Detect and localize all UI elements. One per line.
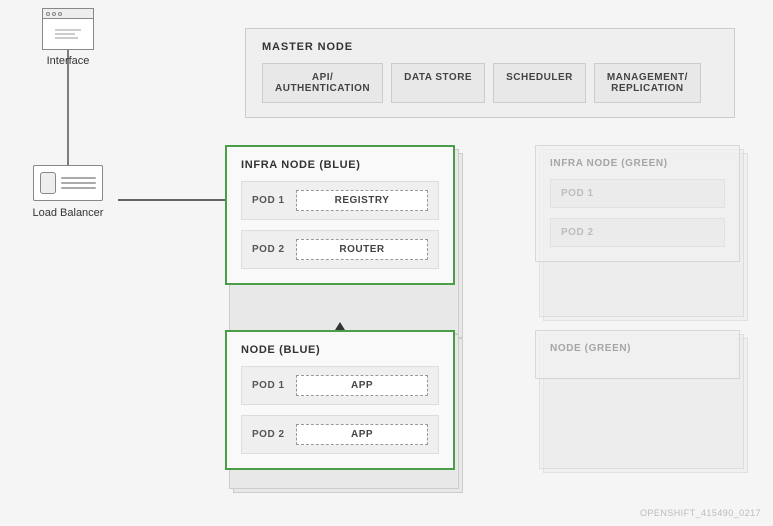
dot-1 [46,12,50,16]
node-blue-pod-row-2: POD 2 APP [241,415,439,454]
lb-line-3 [61,187,96,189]
load-balancer-icon [33,165,103,201]
load-balancer-label: Load Balancer [33,207,104,219]
master-item-datastore: DATA STORE [391,63,485,103]
infra-green-pod-row-1: POD 1 [550,179,725,208]
master-node-items: API/ AUTHENTICATION DATA STORE SCHEDULER… [262,63,718,103]
infra-green-pod2-label: POD 2 [561,227,594,238]
infra-node-green-title: INFRA NODE (GREEN) [550,158,725,169]
infra-node-green: INFRA NODE (GREEN) POD 1 POD 2 [535,145,740,262]
infra-green-pod1-label: POD 1 [561,188,594,199]
infra-blue-pod2-component: ROUTER [296,239,428,260]
dot-2 [52,12,56,16]
infra-blue-pod1-label: POD 1 [252,195,288,206]
node-blue-title: NODE (BLUE) [241,344,439,356]
lb-cylinder [40,172,56,194]
interface-section: Interface [28,8,108,67]
master-node: MASTER NODE API/ AUTHENTICATION DATA STO… [245,28,735,118]
screen-area [43,19,93,49]
infra-green-pod-row-2: POD 2 [550,218,725,247]
lb-lines [61,177,96,189]
lb-line-1 [61,177,96,179]
node-blue-pod-row-1: POD 1 APP [241,366,439,405]
infra-blue-pod2-label: POD 2 [252,244,288,255]
diagram-container: Interface Load Balancer MASTER NODE API/… [0,0,773,526]
load-balancer-section: Load Balancer [18,165,118,219]
master-item-api: API/ AUTHENTICATION [262,63,383,103]
master-item-management: MANAGEMENT/ REPLICATION [594,63,701,103]
master-node-title: MASTER NODE [262,41,718,53]
lb-line-2 [61,182,96,184]
node-blue-pod2-component: APP [296,424,428,445]
node-blue-pod2-label: POD 2 [252,429,288,440]
infra-node-blue: INFRA NODE (BLUE) POD 1 REGISTRY POD 2 R… [225,145,455,285]
infra-blue-pod-row-2: POD 2 ROUTER [241,230,439,269]
node-green: NODE (GREEN) [535,330,740,379]
node-blue: NODE (BLUE) POD 1 APP POD 2 APP [225,330,455,470]
infra-node-blue-title: INFRA NODE (BLUE) [241,159,439,171]
node-blue-pod1-label: POD 1 [252,380,288,391]
infra-blue-pod-row-1: POD 1 REGISTRY [241,181,439,220]
node-green-title: NODE (GREEN) [550,343,725,354]
node-blue-pod1-component: APP [296,375,428,396]
interface-icon [42,8,94,50]
dot-3 [58,12,62,16]
infra-blue-pod1-component: REGISTRY [296,190,428,211]
watermark: OPENSHIFT_415490_0217 [640,508,761,518]
master-item-scheduler: SCHEDULER [493,63,586,103]
interface-label: Interface [47,55,90,67]
